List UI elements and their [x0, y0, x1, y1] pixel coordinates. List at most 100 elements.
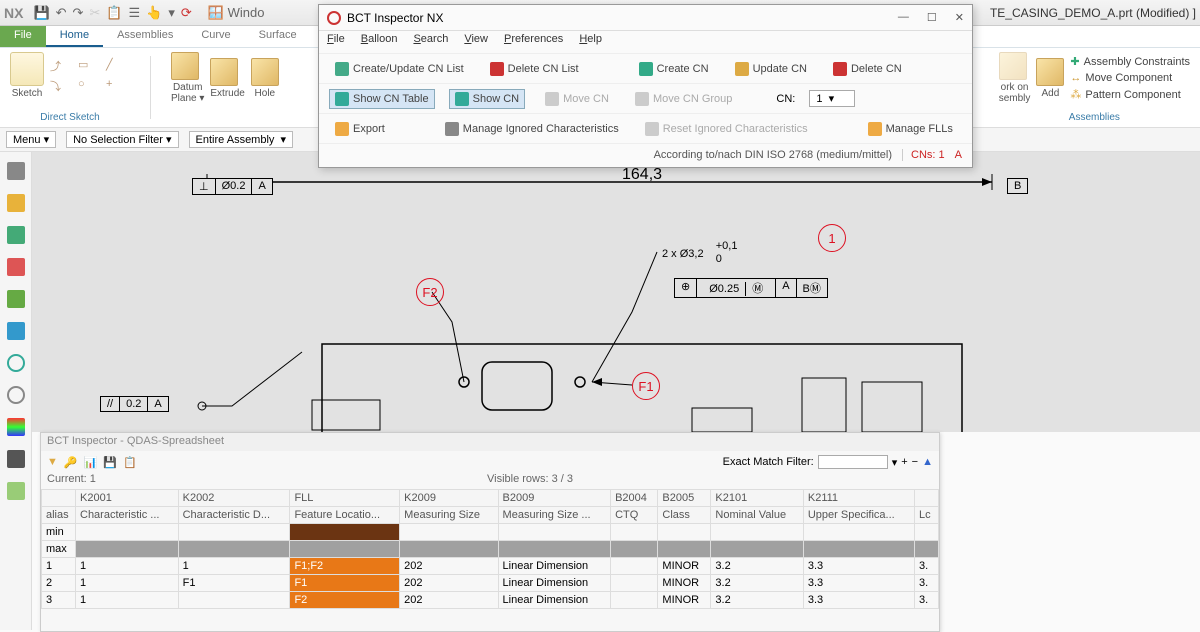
- balloon-f1[interactable]: F1: [632, 372, 660, 400]
- save-icon[interactable]: 💾: [33, 5, 49, 21]
- arc-icon[interactable]: ⤵: [50, 78, 74, 94]
- part-nav-icon[interactable]: [7, 194, 25, 212]
- tab-surface[interactable]: Surface: [245, 26, 311, 47]
- dialog-statusbar: According to/nach DIN ISO 2768 (medium/m…: [319, 143, 972, 165]
- document-title: TE_CASING_DEMO_A.prt (Modified) ]: [990, 6, 1196, 20]
- paste-icon[interactable]: ☰: [129, 5, 141, 21]
- spreadsheet-table[interactable]: K2001K2002FLLK2009B2009B2004B2005K2101K2…: [41, 489, 939, 609]
- add-filter-icon[interactable]: +: [901, 456, 907, 468]
- menu-search[interactable]: Search: [413, 33, 448, 51]
- qdas-spreadsheet: BCT Inspector - QDAS-Spreadsheet ▼ 🔑 📊 💾…: [40, 432, 940, 632]
- nx-logo: NX: [4, 5, 23, 21]
- scope-combo[interactable]: Entire Assembly ▾: [189, 131, 294, 148]
- copy-icon[interactable]: 📋: [123, 456, 137, 469]
- minimize-icon[interactable]: —: [898, 11, 909, 24]
- add-icon[interactable]: [1036, 58, 1064, 86]
- move-cn-group-button[interactable]: Move CN Group: [629, 89, 738, 109]
- maximize-icon[interactable]: ☐: [927, 11, 937, 24]
- cn-selector[interactable]: 1 ▾: [809, 90, 855, 107]
- fcf-position: ⊕ Ø0.25Ⓜ A BⓂ: [674, 278, 828, 298]
- manage-fll-button[interactable]: Manage FLLs: [862, 119, 959, 139]
- dialog-title: BCT Inspector NX: [347, 11, 443, 25]
- point-icon[interactable]: ╱: [106, 58, 130, 74]
- hole-callout: 2 x Ø3,2 +0,10: [662, 240, 737, 266]
- chart-icon[interactable]: 📊: [84, 456, 98, 469]
- menu-button[interactable]: Menu ▾: [6, 131, 56, 148]
- create-update-list-button[interactable]: Create/Update CN List: [329, 59, 470, 79]
- menu-view[interactable]: View: [464, 33, 488, 51]
- parallel-symbol: //: [101, 397, 120, 411]
- cut-icon[interactable]: ✂: [89, 5, 100, 21]
- collapse-icon[interactable]: ▲: [922, 456, 933, 468]
- filter-dropdown-icon[interactable]: ▾: [892, 456, 898, 469]
- key-icon[interactable]: 🔑: [64, 456, 78, 469]
- dim-164: 164,3: [622, 166, 662, 184]
- tab-home[interactable]: Home: [46, 26, 103, 47]
- manage-ignored-button[interactable]: Manage Ignored Characteristics: [439, 119, 625, 139]
- extrude-icon[interactable]: [210, 58, 238, 86]
- spreadsheet-info: Current: 1Visible rows: 3 / 3: [41, 473, 939, 489]
- line-icon[interactable]: ⤴: [50, 58, 74, 74]
- datum-plane-icon[interactable]: [171, 52, 199, 80]
- tab-file[interactable]: File: [0, 26, 46, 47]
- show-cn-button[interactable]: Show CN: [449, 89, 525, 109]
- refresh-icon[interactable]: ⟳: [181, 5, 192, 21]
- tab-assemblies[interactable]: Assemblies: [103, 26, 187, 47]
- filter-label: Exact Match Filter:: [723, 456, 814, 468]
- export-button[interactable]: Export: [329, 119, 391, 139]
- row-max: max: [42, 541, 939, 558]
- hole-icon[interactable]: [251, 58, 279, 86]
- move-cn-button[interactable]: Move CN: [539, 89, 615, 109]
- book-icon[interactable]: [7, 290, 25, 308]
- table-row: 111F1;F2202Linear DimensionMINOR3.23.33.: [42, 558, 939, 575]
- palette-icon[interactable]: [7, 418, 25, 436]
- constraint-icon[interactable]: [7, 226, 25, 244]
- rect-icon[interactable]: ▭: [78, 58, 102, 74]
- filter-input[interactable]: [818, 455, 888, 469]
- clock-icon[interactable]: [7, 386, 25, 404]
- touch-icon[interactable]: 👆: [146, 5, 162, 21]
- navigator-icon[interactable]: [7, 162, 25, 180]
- spreadsheet-toolbar: ▼ 🔑 📊 💾 📋 Exact Match Filter: ▾ + − ▲: [41, 451, 939, 473]
- row-min: min: [42, 524, 939, 541]
- undo-icon[interactable]: ↶: [56, 5, 67, 21]
- graphics-canvas[interactable]: 164,3 ⊥Ø0.2A B //0.2A 2 x Ø3,2 +0,10 ⊕ Ø…: [32, 152, 1200, 432]
- save-icon[interactable]: 💾: [103, 456, 117, 469]
- selection-filter-combo[interactable]: No Selection Filter ▾: [66, 131, 178, 148]
- pattern-component-button[interactable]: ⁂Pattern Component: [1070, 88, 1190, 101]
- delete-cn-button[interactable]: Delete CN: [827, 59, 908, 79]
- menu-file[interactable]: File: [327, 33, 345, 51]
- window-button[interactable]: 🪟 Windo: [208, 5, 265, 21]
- sketch-icon[interactable]: [10, 52, 44, 86]
- roles-icon[interactable]: [7, 482, 25, 500]
- dialog-titlebar[interactable]: BCT Inspector NX — ☐ ✕: [319, 5, 972, 31]
- render-icon[interactable]: [7, 450, 25, 468]
- create-cn-button[interactable]: Create CN: [633, 59, 715, 79]
- copy-icon[interactable]: 📋: [106, 5, 122, 21]
- asm-constraints-button[interactable]: ✚Assembly Constraints: [1070, 55, 1190, 68]
- history-icon[interactable]: [7, 354, 25, 372]
- web-icon[interactable]: [7, 322, 25, 340]
- reuse-icon[interactable]: [7, 258, 25, 276]
- circle-icon[interactable]: ○: [78, 78, 102, 94]
- redo-icon[interactable]: ↷: [73, 5, 84, 21]
- remove-filter-icon[interactable]: −: [912, 456, 918, 468]
- filter-icon[interactable]: ▼: [47, 456, 58, 468]
- table-row: 21F1F1202Linear DimensionMINOR3.23.33.: [42, 575, 939, 592]
- move-component-button[interactable]: ↔Move Component: [1070, 72, 1190, 84]
- menu-prefs[interactable]: Preferences: [504, 33, 563, 51]
- balloon-f2[interactable]: F2: [416, 278, 444, 306]
- plus-icon[interactable]: +: [106, 78, 130, 94]
- menu-help[interactable]: Help: [579, 33, 602, 51]
- show-cn-table-button[interactable]: Show CN Table: [329, 89, 435, 109]
- tab-curve[interactable]: Curve: [187, 26, 244, 47]
- resource-bar: [0, 152, 32, 630]
- fcf-parallel: //0.2A: [100, 396, 169, 412]
- delete-list-button[interactable]: Delete CN List: [484, 59, 585, 79]
- table-header-group: K2001K2002FLLK2009B2009B2004B2005K2101K2…: [42, 490, 939, 507]
- reset-ignored-button[interactable]: Reset Ignored Characteristics: [639, 119, 814, 139]
- menu-balloon[interactable]: Balloon: [361, 33, 398, 51]
- close-icon[interactable]: ✕: [955, 11, 964, 24]
- balloon-1[interactable]: 1: [818, 224, 846, 252]
- update-cn-button[interactable]: Update CN: [729, 59, 813, 79]
